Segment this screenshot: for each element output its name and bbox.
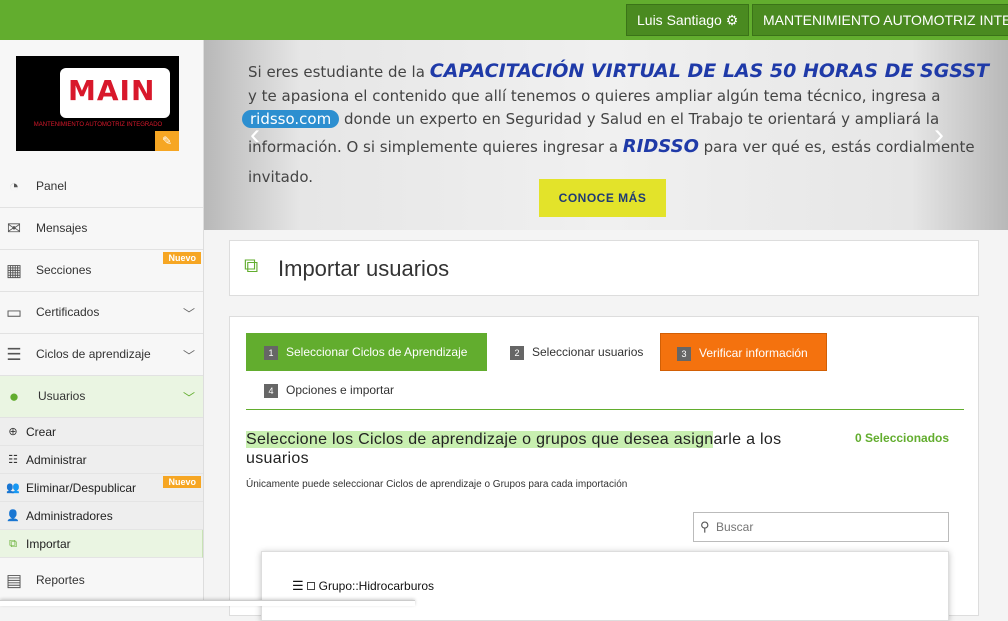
sidebar-subitem-administradores[interactable]: 👤 Administradores [0, 502, 203, 530]
new-badge: Nuevo [163, 476, 201, 488]
chevron-down-icon: ﹀ [182, 349, 195, 363]
user-icon: 👤 [6, 510, 20, 522]
sidebar-item-label: Certificados [36, 305, 100, 319]
company-logo: MAIN MANTENIMIENTO AUTOMOTRIZ INTEGRADO … [16, 56, 179, 151]
sidebar-item-ciclos[interactable]: ☰ Ciclos de aprendizaje ﹀ [0, 334, 203, 376]
step-label: Seleccionar usuarios [532, 345, 644, 359]
sidebar-item-mensajes[interactable]: ✉ Mensajes [0, 208, 203, 250]
list-icon: ☰ [292, 578, 304, 593]
banner-text: donde un experto en Seguridad y Salud en… [339, 110, 940, 128]
banner-line-2: y te apasiona el contenido que allí tene… [248, 87, 941, 105]
tree-item-label: Grupo::Hidrocarburos [318, 579, 435, 593]
step-label: Verificar información [699, 346, 808, 360]
banner-headline: CAPACITACIÓN VIRTUAL DE LAS 50 HORAS DE … [429, 60, 989, 82]
sidebar-subitem-label: Administradores [26, 509, 113, 523]
page-title: Importar usuarios [278, 256, 450, 281]
envelope-icon: ✉ [6, 219, 22, 238]
user-menu-button[interactable]: Luis Santiago ⚙ [626, 4, 750, 36]
prompt-highlight: Seleccione los Ciclos de aprendizaje o g… [246, 431, 714, 448]
search-icon: ⚲ [700, 519, 710, 534]
selection-hint: Únicamente puede seleccionar Ciclos de a… [246, 479, 628, 490]
sidebar-item-panel[interactable]: ◔ Panel [0, 166, 203, 208]
search-input[interactable] [716, 517, 941, 537]
promo-banner: Si eres estudiante de la CAPACITACIÓN VI… [204, 40, 1008, 230]
step-number: 4 [264, 383, 278, 398]
import-icon: ⧉ [9, 538, 17, 550]
sidebar-subitem-label: Eliminar/Despublicar [26, 481, 137, 495]
step-4-tab[interactable]: 4 Opciones e importar [246, 371, 446, 409]
chevron-right-icon[interactable]: › [934, 118, 944, 152]
new-badge: Nuevo [163, 252, 201, 264]
conoce-mas-button[interactable]: CONOCE MÁS [539, 179, 666, 217]
selected-count: 0 Seleccionados [855, 431, 950, 445]
top-bar: Luis Santiago ⚙ MANTENIMIENTO AUTOMOTRIZ… [0, 0, 1008, 40]
tree-panel: ☰ Grupo::Hidrocarburos [261, 551, 949, 621]
sidebar-item-label: Ciclos de aprendizaje [36, 347, 151, 361]
sidebar-subitem-eliminar[interactable]: 👥 Eliminar/Despublicar Nuevo [0, 474, 203, 502]
edit-icon[interactable]: ✎ [155, 131, 179, 151]
plus-circle-icon: ⊕ [8, 426, 18, 438]
sidebar-item-secciones[interactable]: ▦ Secciones Nuevo [0, 250, 203, 292]
sidebar-subitem-label: Importar [26, 537, 71, 551]
sidebar-item-certificados[interactable]: ▭ Certificados ﹀ [0, 292, 203, 334]
chevron-down-icon: ﹀ [182, 307, 195, 321]
sidebar-subitem-administrar[interactable]: ☷ Administrar [0, 446, 203, 474]
user-icon: ● [8, 387, 20, 406]
search-box[interactable]: ⚲ [693, 512, 949, 542]
server-icon: ☰ [6, 345, 22, 364]
dashboard-icon: ◔ [8, 177, 20, 196]
tree-row[interactable]: ☰ Grupo::Hidrocarburos [292, 578, 434, 594]
grid-icon: ▦ [5, 261, 23, 280]
file-icon: ▤ [5, 571, 23, 590]
sidebar-item-label: Secciones [36, 263, 92, 277]
banner-line-3: ridsso.com donde un experto en Seguridad… [242, 110, 962, 128]
sidebar-item-label: Mensajes [36, 221, 88, 235]
users-icon: 👥 [6, 482, 20, 494]
step-3-tab[interactable]: 3 Verificar información [660, 333, 827, 371]
bottom-overlay [0, 600, 415, 606]
checkbox[interactable] [306, 582, 315, 590]
step-label: Seleccionar Ciclos de Aprendizaje [286, 345, 468, 359]
steps-divider [246, 409, 964, 410]
selection-prompt: Seleccione los Ciclos de aprendizaje o g… [246, 430, 846, 468]
sidebar-subitem-crear[interactable]: ⊕ Crear [0, 418, 203, 446]
list-icon: ☷ [8, 454, 18, 466]
sidebar-item-label: Reportes [36, 573, 85, 587]
company-button[interactable]: MANTENIMIENTO AUTOMOTRIZ INTEGRADO [752, 4, 1008, 36]
banner-text: Si eres estudiante de la [248, 63, 430, 81]
gear-icon: ⚙ [725, 12, 739, 28]
sidebar-item-usuarios[interactable]: ● Usuarios ﹀ [0, 376, 203, 418]
step-number: 3 [677, 346, 691, 361]
external-link-icon: ⧉ [244, 255, 259, 277]
step-label: Opciones e importar [286, 383, 395, 397]
sidebar-item-label: Panel [36, 179, 67, 193]
step-number: 2 [510, 345, 524, 360]
logo-text: MAIN [68, 74, 156, 107]
logo-subtitle: MANTENIMIENTO AUTOMOTRIZ INTEGRADO [33, 122, 163, 128]
company-name: MANTENIMIENTO AUTOMOTRIZ INTEGRADO [763, 12, 1008, 28]
step-2-tab[interactable]: 2 Seleccionar usuarios [492, 333, 652, 371]
sidebar: MAIN MANTENIMIENTO AUTOMOTRIZ INTEGRADO … [0, 40, 204, 606]
banner-line-1: Si eres estudiante de la CAPACITACIÓN VI… [248, 60, 989, 82]
sidebar-subitem-label: Crear [26, 425, 57, 439]
page-header: ⧉ Importar usuarios [229, 240, 979, 296]
sidebar-subitem-importar[interactable]: ⧉ Importar [0, 530, 203, 558]
sidebar-item-label: Usuarios [38, 389, 86, 403]
card-icon: ▭ [5, 303, 23, 322]
user-name: Luis Santiago [637, 12, 722, 28]
sidebar-subitem-label: Administrar [26, 453, 87, 467]
import-wizard: 1 Seleccionar Ciclos de Aprendizaje 2 Sele… [229, 316, 979, 621]
step-1-tab[interactable]: 1 Seleccionar Ciclos de Aprendizaje [246, 333, 487, 371]
step-number: 1 [264, 345, 278, 360]
chevron-left-icon[interactable]: ‹ [250, 118, 260, 152]
chevron-down-icon: ﹀ [182, 391, 195, 405]
banner-text: información. O si simplemente quieres in… [248, 138, 623, 156]
banner-line-4: información. O si simplemente quieres in… [248, 136, 975, 157]
sidebar-item-reportes[interactable]: ▤ Reportes [0, 558, 203, 602]
ridsso-brand: RIDSSO [622, 136, 699, 157]
